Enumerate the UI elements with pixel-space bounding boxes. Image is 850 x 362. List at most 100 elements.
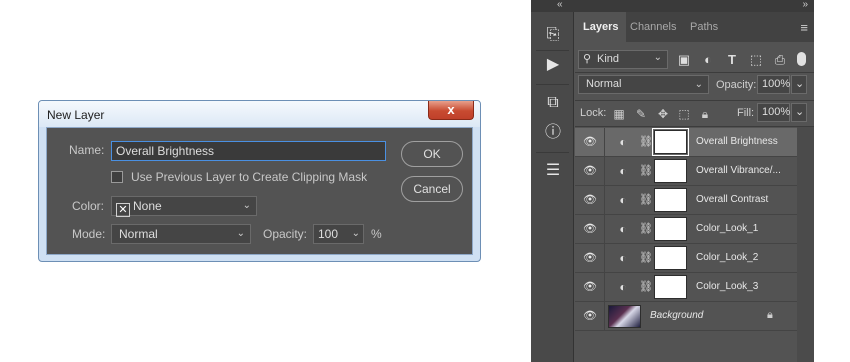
blend-mode-select[interactable]: Normal ⌄ [578,75,709,94]
lock-position-icon[interactable]: ✥ [655,106,671,122]
tab-layers[interactable]: Layers [575,12,627,42]
mode-label: Mode: [72,227,106,241]
layer-mask-thumbnail[interactable] [654,159,687,183]
opacity-input[interactable]: 100 ⌄ [313,224,364,244]
adjustment-icon: ◐ [619,135,627,149]
smart-object-filter-icon[interactable]: ⎙ [771,50,789,69]
chevron-down-icon: ⌄ [795,78,805,90]
fill-label: Fill: [737,107,755,119]
link-icon[interactable]: ⛓︎ [639,193,653,207]
name-input[interactable]: Overall Brightness [111,141,386,161]
link-icon[interactable]: ⛓︎ [639,222,653,236]
history-icon[interactable]: ⎘ [541,24,565,46]
fill-input[interactable]: 100% [757,103,790,122]
eye-icon[interactable]: 👁︎ [583,251,597,265]
clipping-mask-label: Use Previous Layer to Create Clipping Ma… [131,170,368,184]
collapse-right-icon[interactable]: » [802,0,808,10]
blend-mode-value: Normal [586,78,622,90]
layer-name: Color_Look_3 [696,281,759,292]
properties-icon[interactable]: ☰ [541,160,565,182]
lock-all-icon[interactable]: 🔒︎ [697,106,713,122]
collapse-left-icon[interactable]: « [557,0,563,10]
eye-icon[interactable]: 👁︎ [583,222,597,236]
fill-dropdown[interactable]: ⌄ [791,103,807,122]
layer-name: Overall Vibrance/... [696,165,781,176]
dialog-close-button[interactable]: x [428,101,474,120]
link-icon[interactable]: ⛓︎ [639,135,653,149]
adjustment-icon: ◐ [619,280,627,294]
divider [536,50,569,51]
layers-panel: Layers Channels Paths ≡ ⚲ Kind ⌄ ▣ ◐ T ⬚… [575,12,814,362]
info-icon[interactable]: ⓘ [541,122,565,144]
chevron-down-icon: ⌄ [795,106,805,118]
type-filter-icon[interactable]: T [723,50,741,69]
layer-row[interactable]: 👁︎ ◐ ⛓︎ Color_Look_1 [575,215,797,244]
adjustment-icon: ◐ [619,251,627,265]
ok-button[interactable]: OK [401,141,463,167]
name-label: Name: [69,143,105,157]
layer-mask-thumbnail[interactable] [654,246,687,270]
layer-name: Overall Brightness [696,136,778,147]
opacity-unit: % [371,227,382,241]
shape-filter-icon[interactable]: ⬚ [747,50,765,69]
layer-row[interactable]: 👁︎ Background 🔒︎ [575,302,797,331]
layer-row[interactable]: 👁︎ ◐ ⛓︎ Color_Look_3 [575,273,797,302]
eye-icon[interactable]: 👁︎ [583,309,597,323]
eye-icon[interactable]: 👁︎ [583,164,597,178]
color-select[interactable]: ✕ None ⌄ [111,196,257,217]
play-actions-icon[interactable]: ▶ [541,54,565,76]
chevron-down-icon: ⌄ [351,228,360,239]
lock-artboard-icon[interactable]: ⬚ [676,106,692,122]
layer-opacity-input[interactable]: 100% [757,75,790,94]
close-icon: x [447,102,455,117]
layers-scrollbar[interactable] [797,127,814,362]
opacity-label: Opacity: [716,79,757,91]
lock-pixels-icon[interactable]: ✎ [633,106,649,122]
tab-paths[interactable]: Paths [682,12,726,42]
layer-mask-thumbnail[interactable] [654,188,687,212]
link-icon[interactable]: ⛓︎ [639,164,653,178]
adjustment-filter-icon[interactable]: ◐ [699,50,717,69]
libraries-icon[interactable]: ⧉ [541,92,565,114]
cancel-button[interactable]: Cancel [401,176,463,202]
dialog-titlebar[interactable]: New Layer x [39,101,480,127]
search-icon: ⚲ [583,53,592,65]
eye-icon[interactable]: 👁︎ [583,193,597,207]
opacity-dropdown[interactable]: ⌄ [791,75,807,94]
panel-menu-icon[interactable]: ≡ [800,20,808,35]
opacity-value: 100 [318,227,339,241]
chevron-down-icon: ⌄ [694,79,703,90]
mode-select[interactable]: Normal ⌄ [111,224,251,244]
layer-mask-thumbnail[interactable] [654,217,687,241]
layer-row[interactable]: 👁︎ ◐ ⛓︎ Overall Brightness [575,128,797,157]
color-label: Color: [72,199,105,213]
filter-kind-value: Kind [597,53,620,65]
new-layer-dialog: New Layer x Name: Overall Brightness Use… [38,100,481,262]
background-thumbnail[interactable] [608,305,641,328]
filter-kind-select[interactable]: ⚲ Kind ⌄ [578,50,668,69]
eye-icon[interactable]: 👁︎ [583,280,597,294]
divider [575,100,814,101]
layer-row[interactable]: 👁︎ ◐ ⛓︎ Overall Vibrance/... [575,157,797,186]
adjustment-icon: ◐ [619,222,627,236]
clipping-mask-checkbox[interactable] [111,171,123,183]
divider [536,152,569,153]
dialog-body: Name: Overall Brightness Use Previous La… [46,127,473,255]
tab-channels[interactable]: Channels [622,12,684,42]
divider [536,84,569,85]
panel-tabs: Layers Channels Paths ≡ [575,12,814,42]
layer-mask-thumbnail[interactable] [654,275,687,299]
layer-row[interactable]: 👁︎ ◐ ⛓︎ Overall Contrast [575,186,797,215]
filter-toggle[interactable] [797,52,806,66]
dialog-title: New Layer [47,108,105,122]
adjustment-icon: ◐ [619,193,627,207]
layer-row[interactable]: 👁︎ ◐ ⛓︎ Color_Look_2 [575,244,797,273]
link-icon[interactable]: ⛓︎ [639,251,653,265]
chevron-down-icon: ⌄ [653,52,662,63]
link-icon[interactable]: ⛓︎ [639,280,653,294]
eye-icon[interactable]: 👁︎ [583,135,597,149]
lock-transparency-icon[interactable]: ▦ [611,106,627,122]
pixel-filter-icon[interactable]: ▣ [675,50,693,69]
layer-mask-thumbnail[interactable] [652,128,689,156]
chevron-down-icon: ⌄ [236,228,245,239]
